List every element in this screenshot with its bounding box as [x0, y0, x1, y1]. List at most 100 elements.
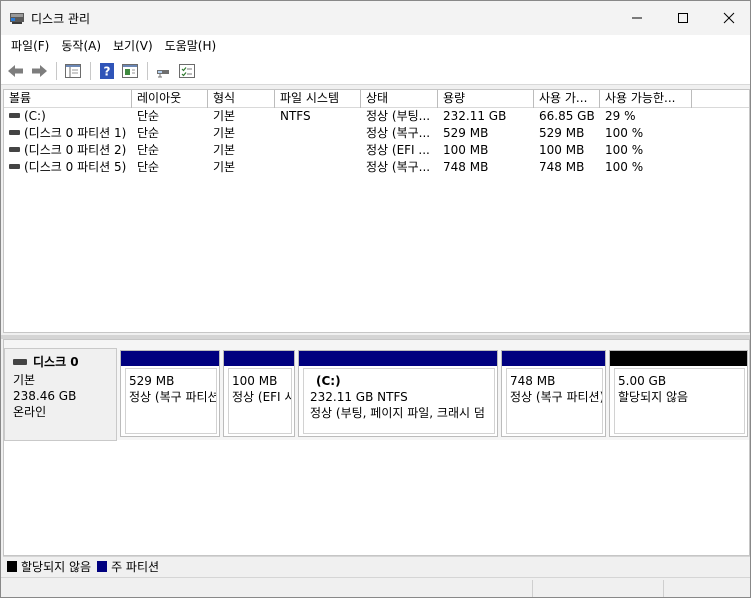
percent-free-cell: 29 %: [605, 109, 636, 123]
partition-status: 정상 (EFI 시: [232, 390, 292, 404]
menu-file[interactable]: 파일(F): [5, 35, 55, 57]
partition-body: 100 MB 정상 (EFI 시: [228, 368, 292, 434]
status-cell: 정상 (EFI ...: [366, 143, 430, 157]
status-bar-divider: [663, 580, 664, 597]
partition-size: 5.00 GB: [618, 374, 667, 388]
volume-list-header: 볼륨 레이아웃 형식 파일 시스템 상태 용량 사용 가... 사용 가능한..…: [4, 90, 749, 108]
column-header-volume[interactable]: 볼륨: [4, 90, 132, 108]
primary-partition-swatch: [97, 561, 108, 572]
back-button[interactable]: [5, 60, 27, 82]
window-title: 디스크 관리: [31, 12, 91, 26]
column-header-filler: [692, 90, 749, 108]
status-cell: 정상 (부팅...: [366, 109, 431, 123]
free-space-cell: 529 MB: [539, 126, 585, 140]
status-cell: 정상 (복구...: [366, 126, 431, 140]
forward-arrow-icon: [32, 64, 47, 77]
table-row[interactable]: (디스크 0 파티션 1) 단순 기본 정상 (복구... 529 MB 529…: [4, 125, 749, 142]
toolbar-separator: [90, 61, 91, 80]
toolbar-separator: [147, 61, 148, 80]
menu-help[interactable]: 도움말(H): [159, 35, 223, 57]
minimize-button[interactable]: [614, 1, 660, 35]
partition-size: 529 MB: [129, 374, 175, 388]
file-system-cell: [275, 159, 361, 176]
forward-button[interactable]: [28, 60, 50, 82]
free-space-cell: 100 MB: [539, 143, 585, 157]
type-cell: 기본: [213, 160, 236, 174]
capacity-cell: 529 MB: [443, 126, 489, 140]
console-tree-icon: [65, 63, 81, 78]
help-button[interactable]: ?: [96, 60, 118, 82]
menu-action[interactable]: 동작(A): [55, 35, 107, 57]
primary-partition-bar: [121, 351, 219, 366]
close-button[interactable]: [706, 1, 750, 35]
svg-text:?: ?: [104, 64, 111, 78]
file-system-cell: [275, 125, 361, 142]
status-bar: [1, 577, 750, 597]
maximize-button[interactable]: [660, 1, 706, 35]
column-header-file-system[interactable]: 파일 시스템: [275, 90, 361, 108]
primary-partition-bar: [299, 351, 497, 366]
partition-block[interactable]: 100 MB 정상 (EFI 시: [223, 350, 295, 437]
primary-partition-bar: [502, 351, 605, 366]
column-header-percent-free[interactable]: 사용 가능한...: [600, 90, 692, 108]
partition-status: 정상 (부팅, 페이지 파일, 크래시 덤: [310, 406, 485, 420]
partition-status: 할당되지 않음: [618, 390, 689, 404]
disk-type: 기본: [13, 373, 36, 387]
legend-primary-label: 주 파티션: [111, 560, 160, 574]
volume-list[interactable]: 볼륨 레이아웃 형식 파일 시스템 상태 용량 사용 가... 사용 가능한..…: [3, 89, 750, 333]
file-system-cell: [275, 142, 361, 159]
maximize-icon: [678, 13, 688, 23]
partition-block[interactable]: (C:) 232.11 GB NTFS 정상 (부팅, 페이지 파일, 크래시 …: [298, 350, 498, 437]
close-icon: [723, 12, 735, 24]
column-header-capacity[interactable]: 용량: [438, 90, 534, 108]
disk-management-app-icon: [10, 13, 24, 24]
column-header-type[interactable]: 형식: [208, 90, 275, 108]
volume-icon: [9, 130, 20, 135]
list-view-button[interactable]: [176, 60, 198, 82]
help-icon: ?: [100, 62, 114, 79]
table-row[interactable]: (C:) 단순 기본 NTFS 정상 (부팅... 232.11 GB 66.8…: [4, 108, 749, 125]
layout-cell: 단순: [137, 109, 160, 123]
disk-0-info[interactable]: 디스크 0 기본 238.46 GB 온라인: [4, 348, 117, 441]
volume-name: (디스크 0 파티션 5): [24, 160, 127, 174]
partition-status: 정상 (복구 파티션): [129, 390, 217, 404]
partition-body: (C:) 232.11 GB NTFS 정상 (부팅, 페이지 파일, 크래시 …: [303, 368, 495, 434]
layout-cell: 단순: [137, 143, 160, 157]
volume-name-cell: (디스크 0 파티션 2): [4, 142, 132, 159]
disk-size: 238.46 GB: [13, 389, 77, 403]
partition-body: 5.00 GB 할당되지 않음: [614, 368, 745, 434]
column-header-layout[interactable]: 레이아웃: [132, 90, 208, 108]
toolbar: ?: [1, 57, 750, 85]
partition-size: 232.11 GB NTFS: [310, 390, 408, 404]
title-bar[interactable]: 디스크 관리: [1, 1, 750, 35]
partition-body: 529 MB 정상 (복구 파티션): [125, 368, 217, 434]
table-row[interactable]: (디스크 0 파티션 2) 단순 기본 정상 (EFI ... 100 MB 1…: [4, 142, 749, 159]
properties-button[interactable]: [119, 60, 141, 82]
back-arrow-icon: [8, 64, 23, 77]
capacity-cell: 100 MB: [443, 143, 489, 157]
connect-button[interactable]: [153, 60, 175, 82]
column-header-status[interactable]: 상태: [361, 90, 438, 108]
unallocated-bar: [610, 351, 747, 366]
graphical-disk-view[interactable]: 디스크 0 기본 238.46 GB 온라인 529 MB 정상 (복구 파티션…: [3, 339, 750, 556]
show-hide-console-tree-button[interactable]: [62, 60, 84, 82]
percent-free-cell: 100 %: [605, 143, 644, 157]
partition-body: 748 MB 정상 (복구 파티션): [506, 368, 603, 434]
layout-cell: 단순: [137, 160, 160, 174]
column-header-free-space[interactable]: 사용 가...: [534, 90, 600, 108]
status-cell: 정상 (복구...: [366, 160, 431, 174]
unallocated-block[interactable]: 5.00 GB 할당되지 않음: [609, 350, 748, 437]
partition-block[interactable]: 529 MB 정상 (복구 파티션): [120, 350, 220, 437]
menu-view[interactable]: 보기(V): [107, 35, 159, 57]
properties-icon: [122, 63, 138, 78]
partition-block[interactable]: 748 MB 정상 (복구 파티션): [501, 350, 606, 437]
menu-bar: 파일(F) 동작(A) 보기(V) 도움말(H): [1, 35, 750, 57]
percent-free-cell: 100 %: [605, 160, 644, 174]
partition-size: 748 MB: [510, 374, 556, 388]
disk-management-window: 디스크 관리 파일(F) 동작(A) 보기(V) 도움말(H) ? 볼륨 레이아…: [0, 0, 751, 598]
capacity-cell: 748 MB: [443, 160, 489, 174]
partition-status: 정상 (복구 파티션): [510, 390, 603, 404]
volume-icon: [9, 164, 20, 169]
volume-name: (C:): [24, 109, 46, 123]
table-row[interactable]: (디스크 0 파티션 5) 단순 기본 정상 (복구... 748 MB 748…: [4, 159, 749, 176]
